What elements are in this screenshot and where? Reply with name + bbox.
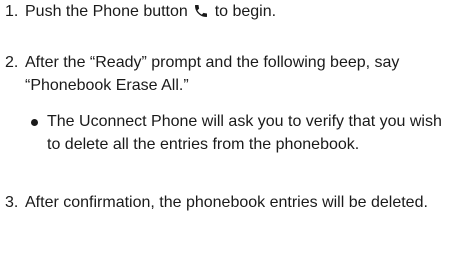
- step-text: After the “Ready” prompt and the followi…: [25, 54, 400, 94]
- step-text-after-icon: to begin.: [210, 3, 277, 20]
- step-number: 1.: [5, 3, 19, 20]
- bullet-text: The Uconnect Phone will ask you to verif…: [47, 113, 442, 153]
- instruction-list: 1. Push the Phone button to begin. 2. Af…: [0, 0, 449, 264]
- step-number: 3.: [5, 194, 19, 211]
- phone-icon: [195, 5, 208, 17]
- step-text: Push the Phone button to begin.: [25, 1, 445, 24]
- step-number: 2.: [5, 54, 19, 71]
- step-text: After confirmation, the phonebook entrie…: [25, 194, 428, 211]
- bullet-dot: [31, 119, 38, 126]
- step-text-before-icon: Push the Phone button: [25, 3, 193, 20]
